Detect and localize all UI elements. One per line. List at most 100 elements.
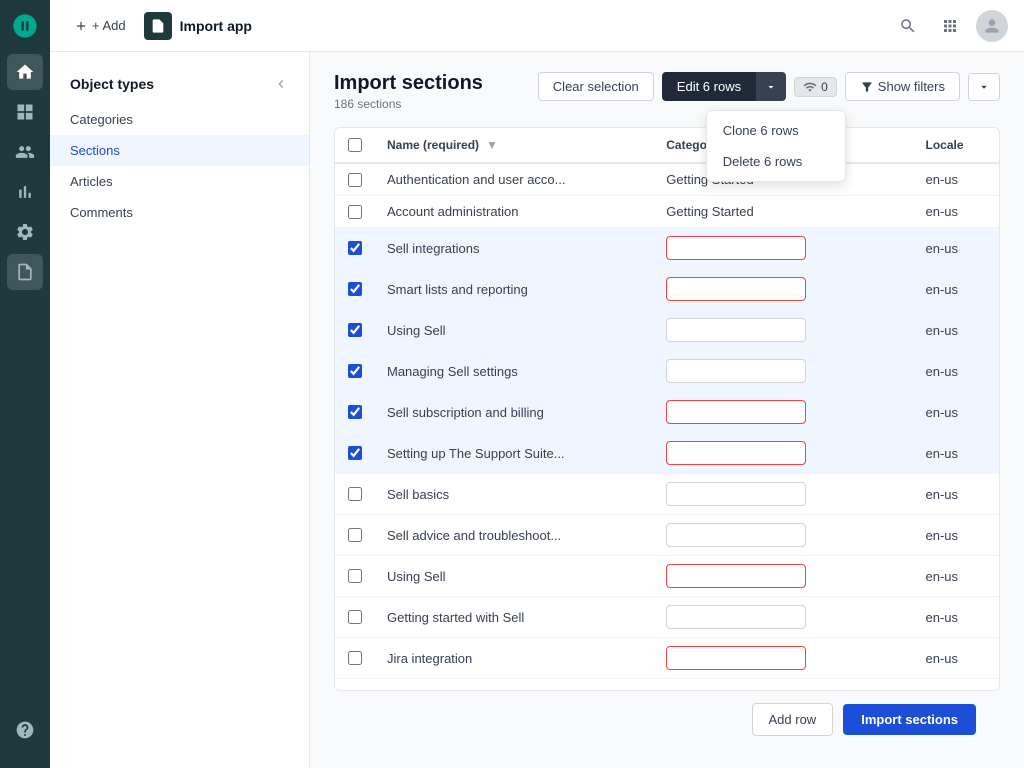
category-input[interactable] — [666, 277, 806, 301]
category-input[interactable] — [666, 523, 806, 547]
row-checkbox-cell — [335, 163, 375, 196]
nav-bottom — [7, 712, 43, 758]
more-options-button[interactable] — [968, 73, 1000, 101]
row-category — [654, 392, 880, 433]
sidebar-item-label-comments: Comments — [70, 205, 133, 220]
row-checkbox-cell — [335, 310, 375, 351]
sections-table: Name (required) ▼ Category (required) Lo… — [335, 128, 999, 679]
nav-icon-support[interactable] — [7, 712, 43, 748]
row-checkbox[interactable] — [348, 446, 362, 460]
show-filters-button[interactable]: Show filters — [845, 72, 960, 101]
page-title: Import sections — [334, 72, 528, 95]
nav-logo[interactable] — [9, 10, 41, 42]
row-checkbox[interactable] — [348, 241, 362, 255]
row-name: Sell basics — [375, 474, 654, 515]
sidebar-item-articles[interactable]: Articles — [50, 166, 309, 197]
table-row: Sell integrationsen-us — [335, 228, 999, 269]
row-category — [654, 269, 880, 310]
sidebar-item-comments[interactable]: Comments — [50, 197, 309, 228]
row-checkbox[interactable] — [348, 569, 362, 583]
row-checkbox[interactable] — [348, 323, 362, 337]
nav-icon-settings[interactable] — [7, 214, 43, 250]
row-checkbox[interactable] — [348, 364, 362, 378]
row-checkbox-cell — [335, 433, 375, 474]
category-input[interactable] — [666, 482, 806, 506]
row-category — [654, 597, 880, 638]
sidebar-item-label-sections: Sections — [70, 143, 120, 158]
apps-icon[interactable] — [934, 10, 966, 42]
add-button[interactable]: + Add — [66, 14, 134, 37]
edit-rows-dropdown-button[interactable] — [756, 72, 786, 101]
category-input[interactable] — [666, 564, 806, 588]
row-locale: en-us — [913, 474, 999, 515]
count-badge-value: 0 — [821, 80, 828, 94]
category-input[interactable] — [666, 318, 806, 342]
row-name: Setting up The Support Suite... — [375, 433, 654, 474]
category-input[interactable] — [666, 605, 806, 629]
row-extra — [880, 196, 913, 228]
delete-rows-item[interactable]: Delete 6 rows — [707, 146, 845, 177]
avatar[interactable] — [976, 10, 1008, 42]
clear-selection-button[interactable]: Clear selection — [538, 72, 654, 101]
row-extra — [880, 515, 913, 556]
row-category — [654, 556, 880, 597]
table-row: Setting up The Support Suite...en-us — [335, 433, 999, 474]
row-checkbox-cell — [335, 474, 375, 515]
row-checkbox[interactable] — [348, 205, 362, 219]
page-header: Import sections 186 sections Clear selec… — [334, 72, 1000, 111]
row-locale: en-us — [913, 196, 999, 228]
category-input[interactable] — [666, 359, 806, 383]
row-checkbox[interactable] — [348, 528, 362, 542]
clone-rows-item[interactable]: Clone 6 rows — [707, 115, 845, 146]
category-input[interactable] — [666, 441, 806, 465]
row-checkbox-cell — [335, 556, 375, 597]
row-checkbox-cell — [335, 515, 375, 556]
th-locale: Locale — [913, 128, 999, 163]
sort-icon: ▼ — [486, 138, 498, 152]
sidebar-item-label-articles: Articles — [70, 174, 113, 189]
row-category — [654, 638, 880, 679]
table-row: Using Sellen-us — [335, 556, 999, 597]
row-checkbox[interactable] — [348, 173, 362, 187]
nav-icon-document[interactable] — [7, 254, 43, 290]
row-name: Sell subscription and billing — [375, 392, 654, 433]
sidebar-title: Object types — [50, 68, 309, 104]
row-name: Using Sell — [375, 310, 654, 351]
import-sections-button[interactable]: Import sections — [843, 704, 976, 735]
search-icon[interactable] — [892, 10, 924, 42]
row-extra — [880, 433, 913, 474]
nav-icon-users[interactable] — [7, 134, 43, 170]
table-row: Smart lists and reportingen-us — [335, 269, 999, 310]
row-category — [654, 228, 880, 269]
row-checkbox[interactable] — [348, 610, 362, 624]
sidebar: Object types Categories Sections Article… — [50, 52, 310, 768]
row-extra — [880, 163, 913, 196]
select-all-checkbox[interactable] — [348, 138, 362, 152]
row-locale: en-us — [913, 351, 999, 392]
add-label: + Add — [92, 18, 126, 33]
row-checkbox[interactable] — [348, 282, 362, 296]
nav-icon-chart[interactable] — [7, 174, 43, 210]
row-name: Authentication and user acco... — [375, 163, 654, 196]
row-checkbox[interactable] — [348, 651, 362, 665]
row-extra — [880, 392, 913, 433]
sidebar-item-categories[interactable]: Categories — [50, 104, 309, 135]
sidebar-collapse-btn[interactable] — [273, 76, 289, 92]
row-locale: en-us — [913, 597, 999, 638]
th-name[interactable]: Name (required) ▼ — [375, 128, 654, 163]
nav-icon-grid[interactable] — [7, 94, 43, 130]
row-checkbox[interactable] — [348, 405, 362, 419]
nav-icon-home[interactable] — [7, 54, 43, 90]
add-row-button[interactable]: Add row — [752, 703, 834, 736]
category-input[interactable] — [666, 236, 806, 260]
sidebar-item-sections[interactable]: Sections — [50, 135, 309, 166]
category-input[interactable] — [666, 646, 806, 670]
nav-top — [7, 54, 43, 706]
row-locale: en-us — [913, 392, 999, 433]
edit-rows-button[interactable]: Edit 6 rows — [662, 72, 756, 101]
category-input[interactable] — [666, 400, 806, 424]
table-row: Managing Sell settingsen-us — [335, 351, 999, 392]
page-actions: Clear selection Edit 6 rows Clone 6 rows… — [538, 72, 1000, 101]
row-checkbox[interactable] — [348, 487, 362, 501]
table-row: Account administrationGetting Starteden-… — [335, 196, 999, 228]
